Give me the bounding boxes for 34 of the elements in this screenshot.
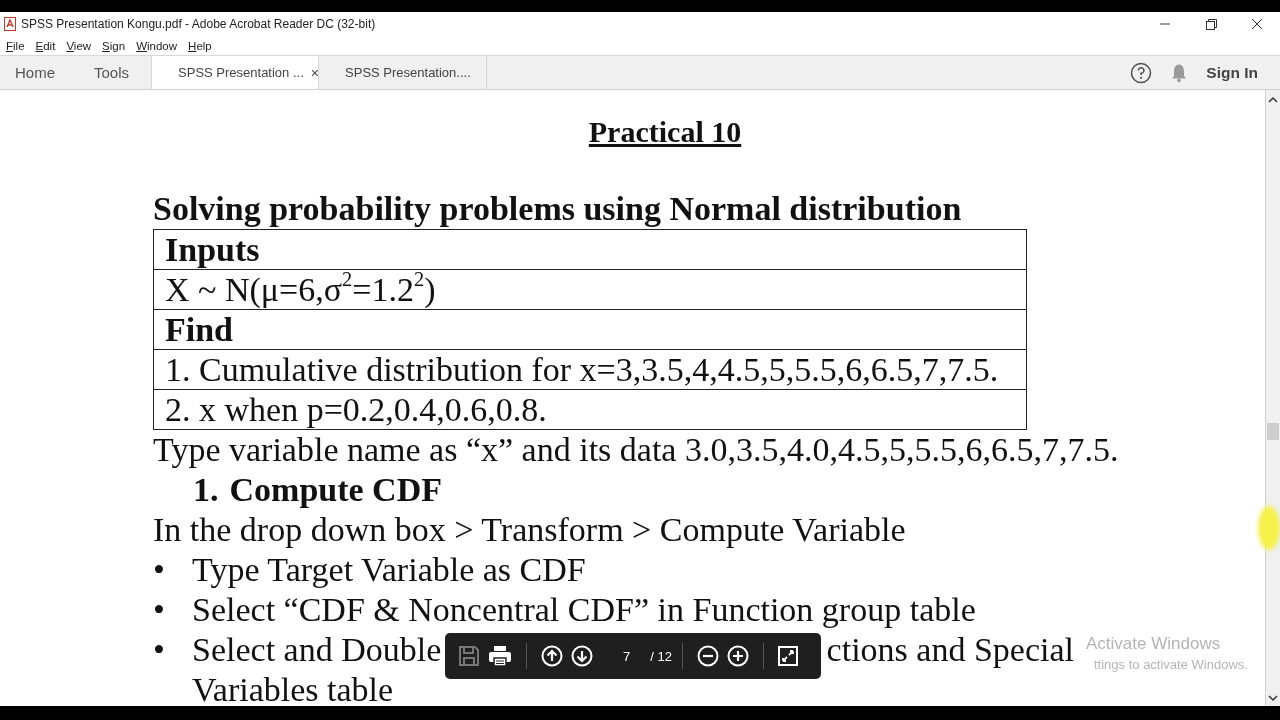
activation-title: Activate Windows bbox=[1086, 633, 1222, 655]
page-number-field[interactable]: 7 bbox=[623, 648, 631, 664]
table-cell-text: Inputs bbox=[164, 230, 261, 269]
menu-item[interactable]: Edit bbox=[35, 39, 56, 52]
table-cell: X ~ N(μ=6,σ$^{2}$=1.2$^{2}$) bbox=[154, 269, 1026, 309]
bullet-mark: • bbox=[153, 590, 166, 630]
document-tab[interactable]: SPSS Presentation ... × bbox=[151, 56, 320, 89]
menu-item[interactable]: File bbox=[6, 39, 25, 52]
bullet-mark: • bbox=[153, 550, 166, 590]
nav-tab[interactable]: Tools bbox=[79, 56, 140, 89]
page-count: / 12 bbox=[650, 648, 672, 664]
bullet-text: Type Target Variable as CDF bbox=[192, 550, 586, 590]
numbered-heading: Compute CDF bbox=[229, 470, 442, 510]
menu-item[interactable]: View bbox=[66, 39, 92, 52]
table-cell: Find bbox=[154, 309, 1026, 349]
nav-tab[interactable]: Home bbox=[0, 56, 65, 89]
table-cell: 1. Cumulative distribution for x=3,3.5,4,4.5,5,5.5,6,6.5,7,7.5. bbox=[154, 349, 1026, 389]
activation-text: ttings to activate Windows. bbox=[1094, 656, 1248, 674]
menu-item[interactable]: Window bbox=[136, 39, 178, 52]
menu-item[interactable]: Sign bbox=[102, 39, 126, 52]
sign-in-button[interactable]: Sign In bbox=[1206, 56, 1280, 89]
bullet-text: Select “CDF & Noncentral CDF” in Function group table bbox=[192, 590, 976, 630]
section-title: Solving probability problems using Normal distribution bbox=[153, 189, 962, 229]
menu-item[interactable]: Help bbox=[188, 39, 212, 52]
bullet-text: Select and Double bbox=[192, 630, 442, 670]
list-number: 1. bbox=[193, 470, 219, 510]
paragraph-text: Type variable name as “x” and its data 3.0,3.5,4.0,4.5,5,5.5,6,6.5,7,7.5. bbox=[153, 430, 1119, 470]
paragraph-text: In the drop down box > Transform > Compute Variable bbox=[153, 510, 906, 550]
bullet-text: ctions and Special bbox=[826, 630, 1074, 670]
table-cell: 2. x when p=0.2,0.4,0.6,0.8. bbox=[154, 389, 1026, 429]
page-heading: Practical 10 bbox=[587, 114, 743, 150]
bullet-mark: • bbox=[153, 630, 166, 670]
bullet-text: Variables table bbox=[191, 670, 394, 706]
window-title: SPSS Presentation Kongu.pdf - Adobe Acrobat Reader DC (32-bit) bbox=[21, 17, 377, 31]
